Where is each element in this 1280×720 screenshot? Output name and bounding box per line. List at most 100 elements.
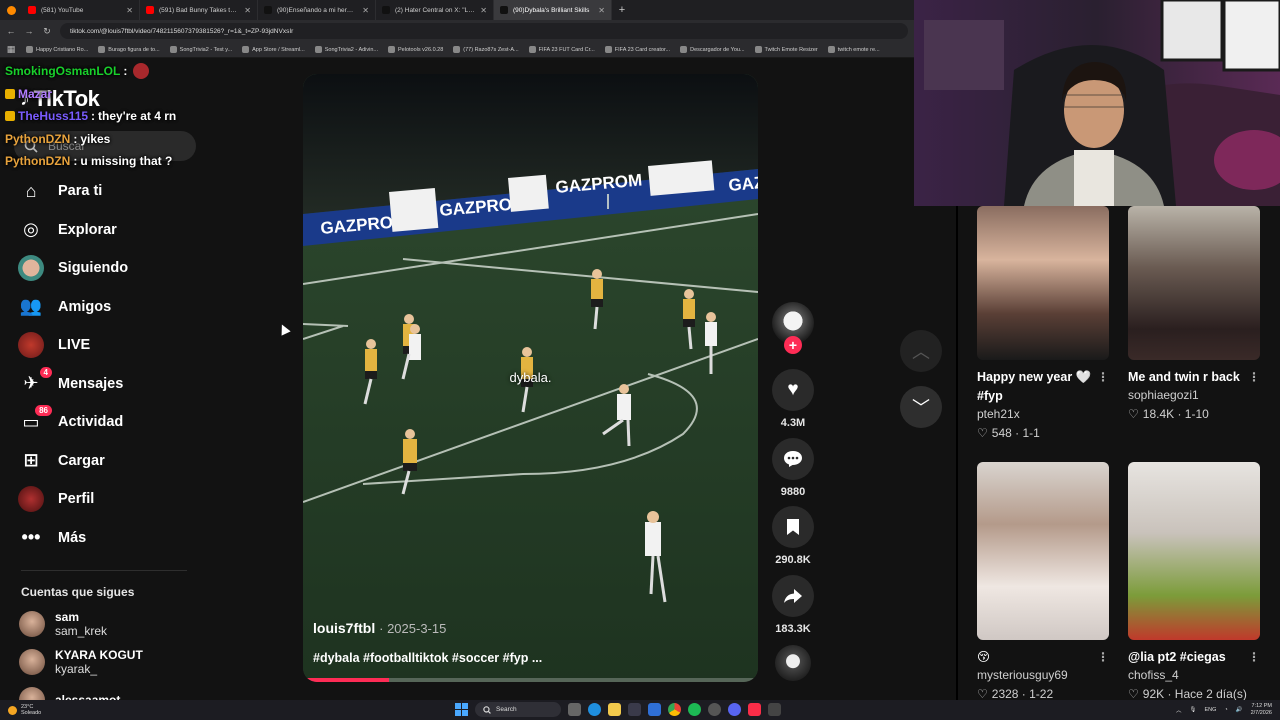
bookmark-item[interactable]: SongTrivia2 - Test y... [169,46,232,53]
video-card-title[interactable]: 😚 [977,648,990,667]
video-card-user[interactable]: mysteriousguy69 [977,667,1109,684]
wifi-icon[interactable]: ◔ [1224,707,1227,713]
followed-account[interactable]: sam sam_krek [19,605,199,643]
clock[interactable]: 7:12 PM 2/7/2026 [1251,703,1272,717]
creator-avatar[interactable]: + [772,302,814,354]
video-card-title[interactable]: @lia pt2 #ciegas [1128,648,1226,667]
discord-icon[interactable] [728,703,741,716]
sidebar-item-perfil[interactable]: Perfil [18,480,198,519]
chevron-up-icon[interactable]: ︿ [900,330,942,372]
forward-icon[interactable]: → [24,26,34,36]
tray-chevron-icon[interactable]: ︿ [1176,706,1182,714]
bookmark-item[interactable]: FIFA 23 FUT Card Cr... [528,46,595,53]
close-icon[interactable]: ✕ [598,6,605,15]
more-options-icon[interactable]: ⋮ [1248,368,1260,387]
browser-tab[interactable]: (581) YouTube ✕ [22,0,140,20]
browser-tab[interactable]: (90)Dybala's Brilliant Skills ✕ [494,0,612,20]
bookmark-item[interactable]: Pelotools v26.0.28 [388,46,443,53]
browser-tab[interactable]: (2) Hater Central on X: "LAMIN ✕ [376,0,494,20]
weather-widget[interactable]: 23°C Soleado [0,704,41,716]
edge-icon[interactable] [588,703,601,716]
save-action[interactable]: 290.8K [772,506,814,566]
bookmark-item[interactable]: Happy Cristiano Ro... [26,46,88,53]
more-options-icon[interactable]: ⋮ [1097,648,1109,667]
video-player[interactable]: GAZPROM GAZPROM GAZPROM GAZPROM dybala. … [303,74,758,682]
store-icon[interactable] [628,703,641,716]
video-card[interactable]: Me and twin r back ⋮ sophiaegozi1 ♡ 18.4K … [1128,206,1260,424]
video-progress-bar[interactable] [303,678,758,682]
apps-icon[interactable]: ▦ [6,44,16,55]
taskbar-search[interactable]: Search [475,702,561,717]
close-icon[interactable]: ✕ [362,6,369,15]
video-card-title[interactable]: Happy new year 🤍 #fyp [977,368,1097,406]
video-card-user[interactable]: chofiss_4 [1128,667,1260,684]
comment-icon[interactable] [772,438,814,480]
browser-tab[interactable]: (90)Enseñando a mi hermano a ✕ [258,0,376,20]
sidebar-item-actividad[interactable]: ▭ 86 Actividad [18,403,198,442]
video-thumbnail[interactable] [977,462,1109,640]
share-action[interactable]: 183.3K [772,575,814,635]
share-icon[interactable] [772,575,814,617]
settings-icon[interactable] [768,703,781,716]
obs-icon[interactable] [708,703,721,716]
browser-tab[interactable]: (591) Bad Bunny Takes the Wo ✕ [140,0,258,20]
sidebar-item-mensajes[interactable]: ✈ 4 Mensajes [18,365,198,404]
sidebar-item-más[interactable]: ••• Más [18,519,198,558]
sidebar-item-amigos[interactable]: 👥 Amigos [18,288,198,327]
bookmark-item[interactable]: twitch emote re... [827,46,880,53]
chrome-icon[interactable] [668,703,681,716]
video-thumbnail[interactable] [1128,206,1260,360]
chat-username: SmokingOsmanLOL [5,64,121,79]
windows-start-icon[interactable] [455,703,468,716]
video-hashtags[interactable]: #dybala #footballtiktok #soccer #fyp ... [313,651,542,665]
new-tab-button[interactable]: + [612,4,632,16]
video-author[interactable]: louis7ftbl [313,620,375,636]
video-thumbnail[interactable] [1128,462,1260,640]
followed-account[interactable]: KYARA KOGUT kyarak_ [19,643,199,681]
follow-plus-icon[interactable]: + [784,336,802,354]
more-options-icon[interactable]: ⋮ [1097,368,1109,406]
bookmark-item[interactable]: Descargador de You... [680,46,745,53]
like-action[interactable]: ♥ 4.3M [772,369,814,429]
language-indicator[interactable]: ENG [1204,707,1216,713]
video-card[interactable]: 😚 ⋮ mysteriousguy69 ♡ 2328 · 1-22 [977,462,1109,704]
url-field[interactable]: tiktok.com/@louis7ftbl/video/74821156073… [60,23,908,39]
close-icon[interactable]: ✕ [126,6,133,15]
bookmark-item[interactable]: SongTrivia2 - Adivin... [314,46,378,53]
video-card[interactable]: @lia pt2 #ciegas ⋮ chofiss_4 ♡ 92K · Hace … [1128,462,1260,704]
bookmark-item[interactable]: Burago figura de to... [98,46,160,53]
bookmark-item[interactable]: Twitch Emote Resizer [754,46,818,53]
sidebar-item-cargar[interactable]: ⊞ Cargar [18,442,198,481]
close-icon[interactable]: ✕ [244,6,251,15]
mail-icon[interactable] [648,703,661,716]
video-card-title[interactable]: Me and twin r back [1128,368,1240,387]
video-author-line[interactable]: louis7ftbl · 2025-3-15 [313,620,446,636]
heart-icon[interactable]: ♥ [772,369,814,411]
bookmark-icon[interactable] [772,506,814,548]
video-card-user[interactable]: pteh21x [977,406,1109,423]
video-card-user[interactable]: sophiaegozi1 [1128,387,1260,404]
back-icon[interactable]: ← [6,26,16,36]
more-options-icon[interactable]: ⋮ [1248,648,1260,667]
spotify-icon[interactable] [688,703,701,716]
task-view-icon[interactable] [568,703,581,716]
video-thumbnail[interactable] [977,206,1109,360]
bookmark-item[interactable]: App Store / Streaml... [242,46,305,53]
browser-menu-button[interactable] [0,0,22,20]
reload-icon[interactable]: ↻ [42,26,52,37]
close-icon[interactable]: ✕ [480,6,487,15]
video-card[interactable]: Happy new year 🤍 #fyp ⋮ pteh21x ♡ 548 · 1-… [977,206,1109,443]
sidebar-item-siguiendo[interactable]: Siguiendo [18,249,198,288]
music-icon[interactable] [748,703,761,716]
sidebar-item-live[interactable]: LIVE [18,326,198,365]
chevron-down-icon[interactable]: ﹀ [900,386,942,428]
bookmark-item[interactable]: (77) Razo87s Zest-A... [453,46,519,53]
volume-icon[interactable]: 🔊 [1236,707,1243,713]
comment-action[interactable]: 9880 [772,438,814,498]
sidebar-item-explorar[interactable]: ◎ Explorar [18,211,198,250]
bookmark-item[interactable]: FIFA 23 Card creator... [604,46,670,53]
sidebar-item-para-ti[interactable]: ⌂ Para ti [18,172,198,211]
file-explorer-icon[interactable] [608,703,621,716]
music-disc-icon[interactable] [775,645,811,681]
mic-icon[interactable]: 🎙 [1189,707,1196,713]
